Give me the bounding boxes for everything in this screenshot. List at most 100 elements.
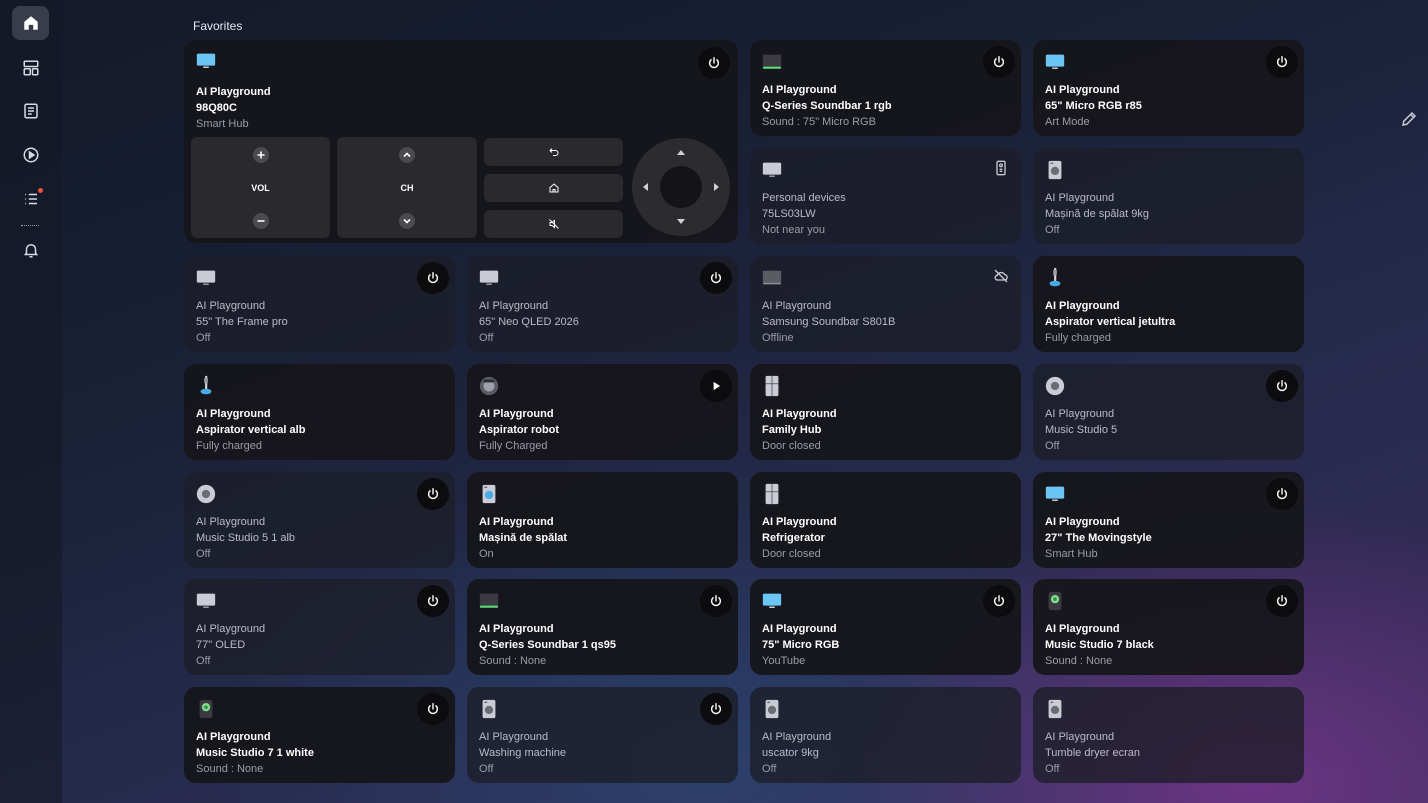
power-button[interactable] [417, 262, 449, 294]
power-icon [427, 703, 439, 715]
device-location: AI Playground [1045, 623, 1120, 635]
device-card[interactable]: AI Playground Mașină de spălat 9kg Off [1033, 148, 1304, 244]
power-button[interactable] [1266, 46, 1298, 78]
dpad-left-button[interactable] [643, 183, 648, 191]
device-name: Music Studio 5 1 alb [196, 532, 296, 544]
device-card[interactable]: AI Playground 55" The Frame pro Off [184, 256, 455, 352]
device-card[interactable]: AI Playground Music Studio 5 Off [1033, 364, 1304, 460]
device-card[interactable]: AI Playground 75" Micro RGB YouTube [750, 579, 1021, 675]
device-status: Offline [762, 332, 794, 344]
nav-life[interactable] [12, 94, 49, 128]
power-icon [993, 56, 1005, 68]
washer-icon [765, 699, 779, 719]
dpad-up-button[interactable] [677, 150, 685, 155]
device-location: AI Playground [196, 86, 271, 98]
power-button[interactable] [700, 693, 732, 725]
nav-media[interactable] [12, 138, 49, 172]
fridge-icon [765, 375, 779, 397]
nav-notifications[interactable] [12, 233, 49, 267]
power-button[interactable] [698, 47, 730, 79]
device-location: AI Playground [762, 623, 837, 635]
device-card[interactable]: AI Playground Music Studio 7 1 white Sound… [184, 687, 455, 783]
power-button[interactable] [417, 478, 449, 510]
nav-routines[interactable] [12, 182, 49, 216]
power-button[interactable] [700, 585, 732, 617]
dpad-ok-button[interactable] [660, 166, 702, 208]
device-status: Off [1045, 224, 1060, 236]
nav-devices[interactable] [12, 51, 49, 85]
device-card[interactable]: AI Playground 65" Micro RGB r85 Art Mode [1033, 40, 1304, 136]
device-card[interactable]: AI Playground Q-Series Soundbar 1 qs95 Sou… [467, 579, 738, 675]
device-location: AI Playground [762, 408, 837, 420]
power-button[interactable] [1266, 370, 1298, 402]
dpad-right-button[interactable] [714, 183, 719, 191]
power-icon [1276, 595, 1288, 607]
power-button[interactable] [417, 585, 449, 617]
device-card[interactable]: AI Playground Music Studio 7 black Sound :… [1033, 579, 1304, 675]
pencil-icon[interactable] [1400, 110, 1418, 128]
device-card[interactable]: AI Playground Tumble dryer ecran Off [1033, 687, 1304, 783]
device-card[interactable]: AI Playground Aspirator vertical alb Fully… [184, 364, 455, 460]
power-button[interactable] [417, 693, 449, 725]
device-card[interactable]: AI Playground Family Hub Door closed [750, 364, 1021, 460]
routines-icon [24, 193, 37, 205]
power-icon [427, 488, 439, 500]
back-button[interactable] [484, 138, 623, 166]
mute-button[interactable] [484, 210, 623, 238]
device-location: AI Playground [479, 516, 554, 528]
device-name: Q-Series Soundbar 1 qs95 [479, 639, 616, 651]
device-card[interactable]: AI Playground Washing machine Off [467, 687, 738, 783]
main-tv-card[interactable]: AI Playground 98Q80C Smart Hub VOL CH [184, 40, 738, 243]
play-button[interactable] [700, 370, 732, 402]
device-card[interactable]: AI Playground Music Studio 5 1 alb Off [184, 472, 455, 568]
dpad [632, 138, 730, 236]
robot-vacuum-icon [479, 376, 499, 396]
device-card[interactable]: AI Playground 77" OLED Off [184, 579, 455, 675]
device-location: AI Playground [196, 731, 271, 743]
device-location: AI Playground [196, 623, 266, 635]
device-card[interactable]: AI Playground Samsung Soundbar S801B Offli… [750, 256, 1021, 352]
device-name: Samsung Soundbar S801B [762, 316, 896, 328]
device-name: Mașină de spălat [479, 532, 568, 544]
device-status: Off [479, 332, 494, 344]
list-doc-icon [23, 103, 38, 119]
device-name: 75LS03LW [762, 208, 816, 220]
volume-down-button[interactable] [252, 213, 269, 229]
device-location: AI Playground [1045, 731, 1115, 743]
device-card[interactable]: AI Playground uscator 9kg Off [750, 687, 1021, 783]
device-card[interactable]: Personal devices 75LS03LW Not near you [750, 148, 1021, 244]
device-location: AI Playground [196, 408, 271, 420]
volume-label: VOL [251, 183, 270, 193]
remote-icon[interactable] [993, 160, 1009, 176]
device-card[interactable]: AI Playground 65" Neo QLED 2026 Off [467, 256, 738, 352]
device-location: AI Playground [1045, 408, 1115, 420]
device-name: 75" Micro RGB [762, 639, 840, 651]
home-outline-icon [549, 183, 558, 193]
device-status: Sound : None [479, 655, 547, 667]
channel-down-button[interactable] [399, 213, 415, 229]
power-button[interactable] [1266, 585, 1298, 617]
device-card[interactable]: AI Playground 27" The Movingstyle Smart Hu… [1033, 472, 1304, 568]
nav-home[interactable] [12, 6, 49, 40]
channel-up-button[interactable] [399, 147, 415, 163]
power-button[interactable] [983, 46, 1015, 78]
dpad-down-button[interactable] [677, 219, 685, 224]
device-card[interactable]: AI Playground Aspirator robot Fully Charge… [467, 364, 738, 460]
power-button[interactable] [983, 585, 1015, 617]
device-status: On [479, 548, 494, 560]
plus-icon [257, 151, 264, 159]
washer-icon [1048, 699, 1062, 719]
home-button[interactable] [484, 174, 623, 202]
power-button[interactable] [1266, 478, 1298, 510]
device-card[interactable]: AI Playground Q-Series Soundbar 1 rgb Soun… [750, 40, 1021, 136]
device-card[interactable]: AI Playground Mașină de spălat On [467, 472, 738, 568]
power-button[interactable] [700, 262, 732, 294]
device-name: Mașină de spălat 9kg [1045, 208, 1149, 220]
speaker-green-icon [199, 699, 213, 719]
soundbar-gray-icon [762, 270, 782, 285]
volume-up-button[interactable] [252, 147, 269, 163]
device-location: AI Playground [479, 300, 549, 312]
device-card[interactable]: AI Playground Aspirator vertical jetultra… [1033, 256, 1304, 352]
device-card[interactable]: AI Playground Refrigerator Door closed [750, 472, 1021, 568]
minus-icon [257, 220, 264, 222]
